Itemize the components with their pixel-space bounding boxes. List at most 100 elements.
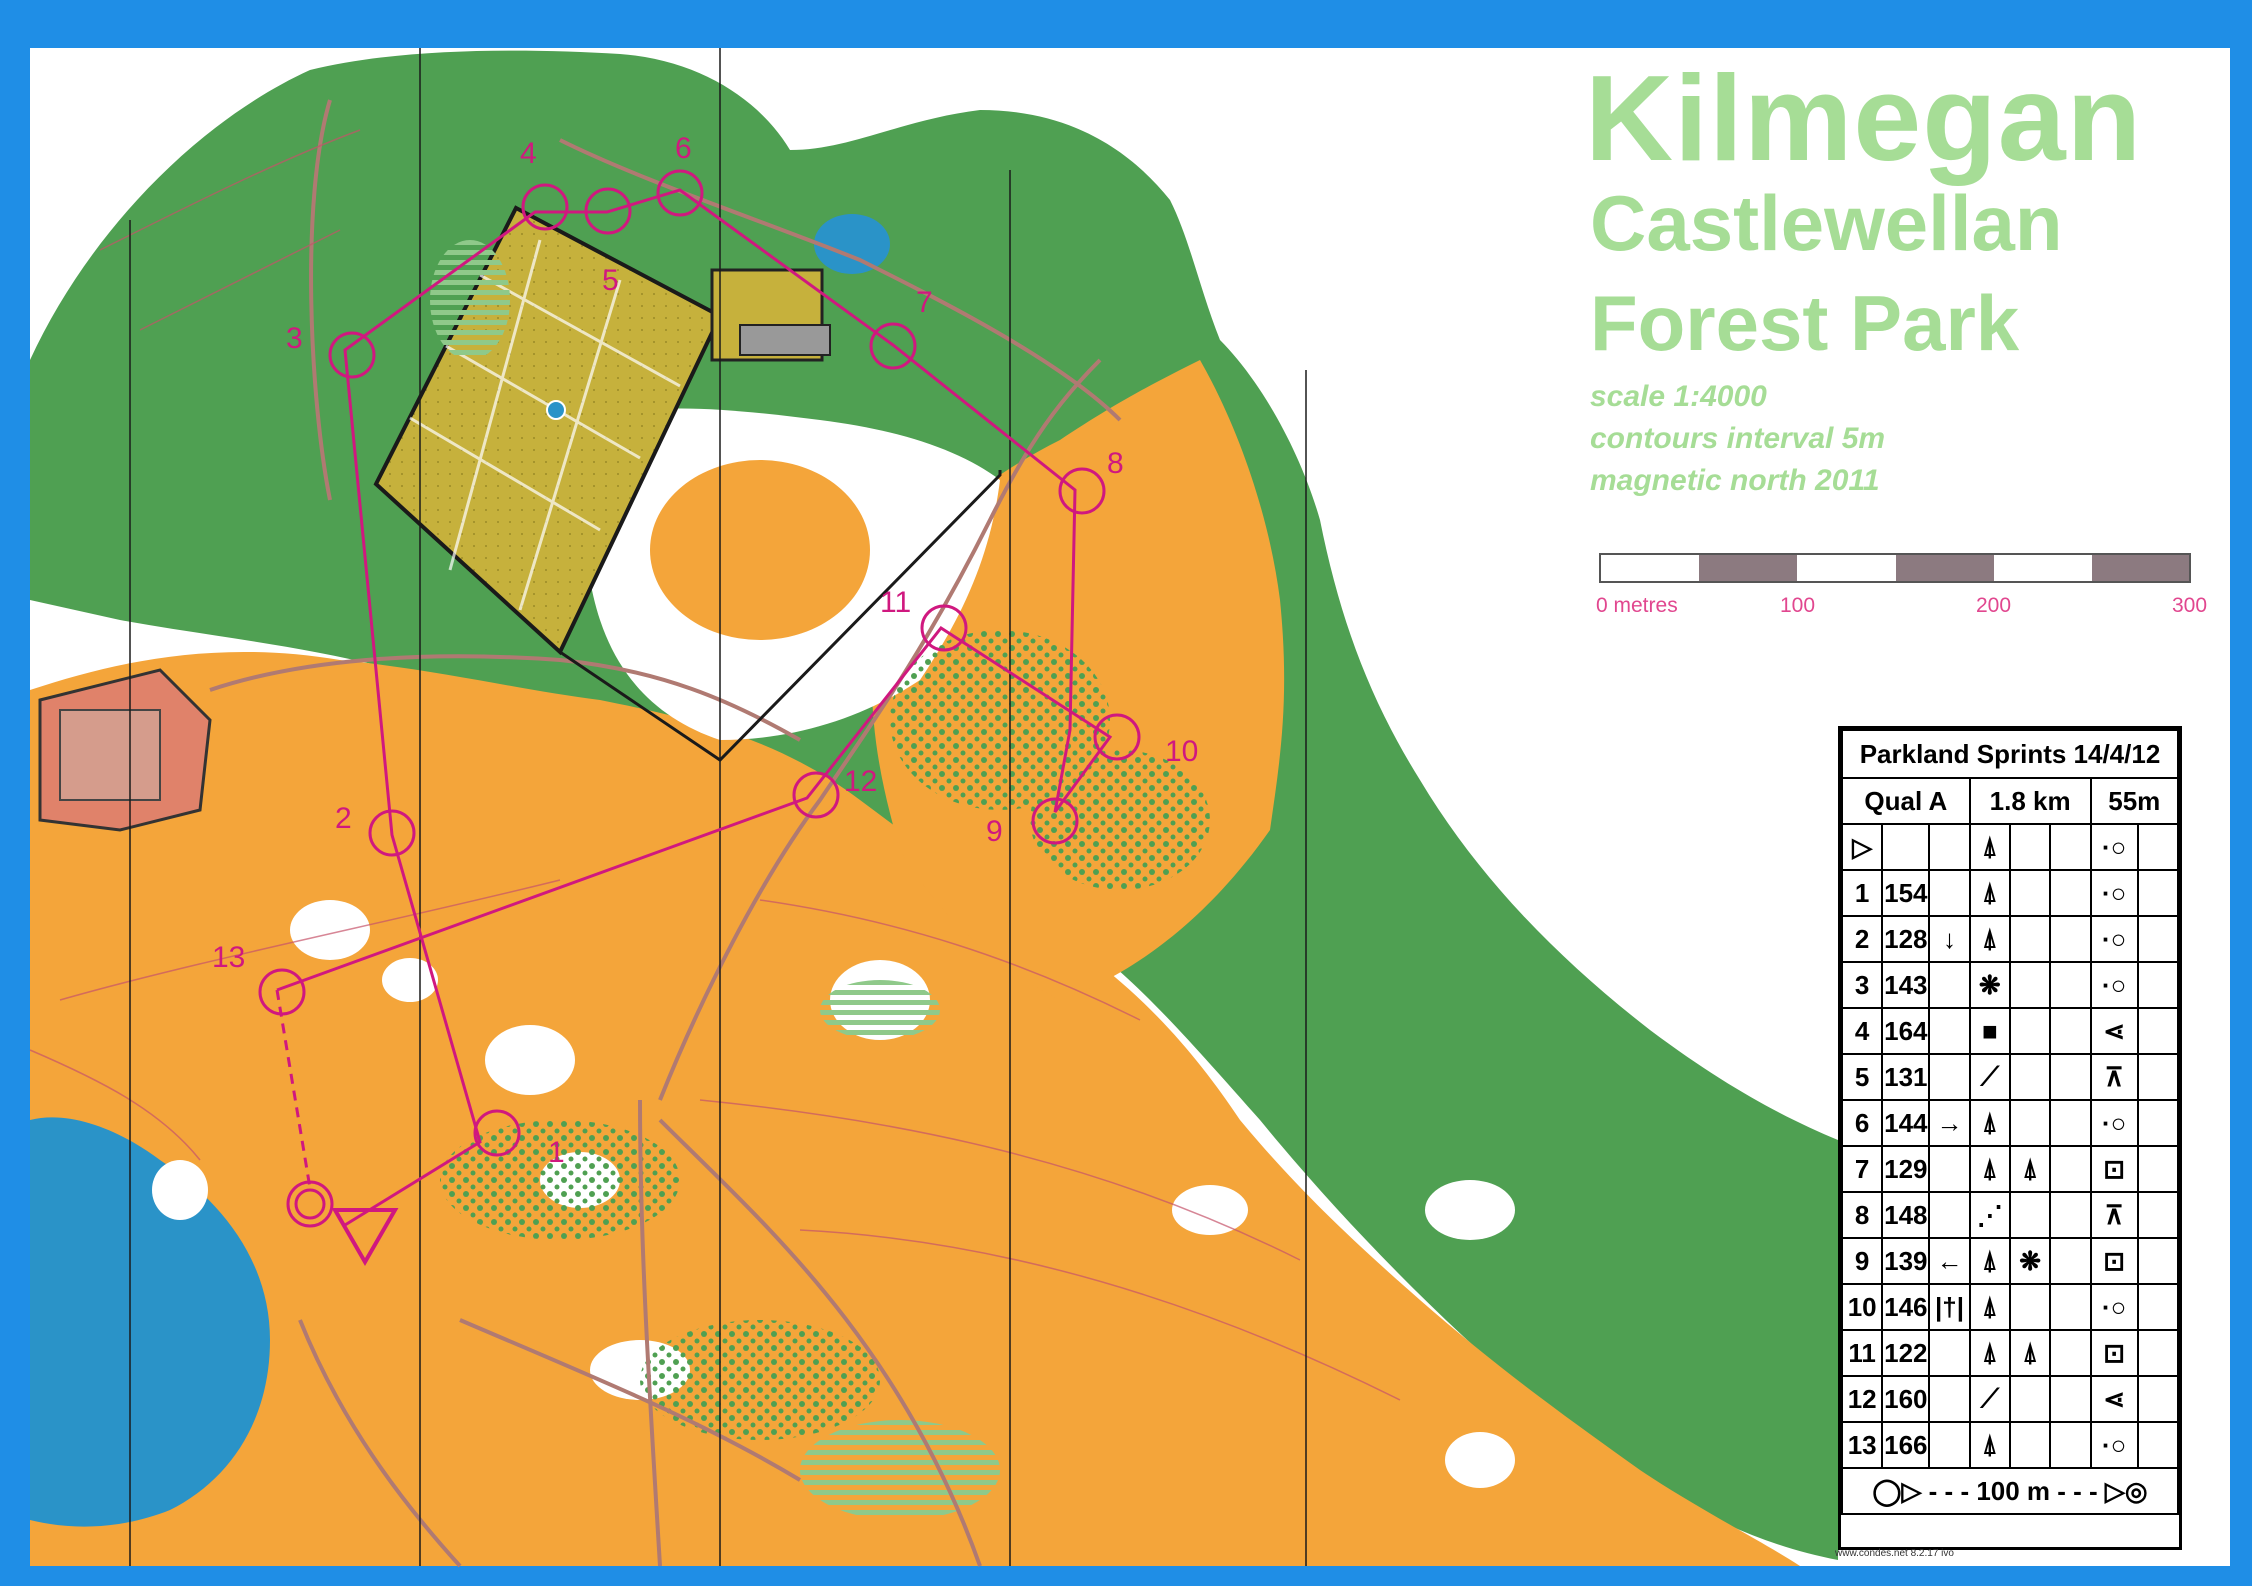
description-control-number: 2 bbox=[1840, 915, 1884, 963]
description-climb: 55m bbox=[2089, 777, 2180, 825]
description-control-number: 3 bbox=[1840, 961, 1884, 1009]
description-control-code: 164 bbox=[1881, 1007, 1931, 1055]
track-icon: ⋰ bbox=[1968, 1191, 2011, 1239]
description-direction bbox=[1928, 1145, 1971, 1193]
description-feature-2 bbox=[2008, 1099, 2052, 1147]
bend-icon: ⊼ bbox=[2089, 1191, 2139, 1239]
description-row: 7 129 ⍋ ⍋ ⊡ bbox=[1840, 1145, 2180, 1193]
description-row: 4 164 ■ ⋖ bbox=[1840, 1007, 2180, 1055]
control-label-13: 13 bbox=[212, 941, 245, 974]
description-feature-2 bbox=[2008, 869, 2052, 917]
scale-label-100: 100 bbox=[1780, 594, 1816, 617]
description-empty-2 bbox=[2136, 1329, 2180, 1377]
map-subtitle-1: Castlewellan bbox=[1590, 179, 2063, 267]
description-control-code: 122 bbox=[1881, 1329, 1931, 1377]
control-circle-icon: ·○ bbox=[2089, 1283, 2139, 1331]
description-direction: → bbox=[1928, 1099, 1971, 1147]
pond bbox=[814, 214, 890, 274]
description-control-code: 148 bbox=[1881, 1191, 1931, 1239]
control-circle-icon: ·○ bbox=[2089, 915, 2139, 963]
description-empty bbox=[2049, 1421, 2092, 1469]
description-control-number: 13 bbox=[1840, 1421, 1884, 1469]
description-feature-2 bbox=[2008, 1007, 2052, 1055]
description-control-number: 1 bbox=[1840, 869, 1884, 917]
control-label-5: 5 bbox=[602, 264, 619, 297]
description-feature-2 bbox=[2008, 1191, 2052, 1239]
description-control-number: 8 bbox=[1840, 1191, 1884, 1239]
control-circle-icon: ·○ bbox=[2089, 1421, 2139, 1469]
between-icon: ⊡ bbox=[2089, 1329, 2139, 1377]
between-icon: ⊡ bbox=[2089, 1145, 2139, 1193]
description-control-code: 131 bbox=[1881, 1053, 1931, 1101]
description-empty bbox=[2049, 1053, 2092, 1101]
junction-icon: ⋖ bbox=[2089, 1375, 2139, 1423]
control-circle-icon: ·○ bbox=[2089, 869, 2139, 917]
description-control-code: 143 bbox=[1881, 961, 1931, 1009]
description-direction: ↓ bbox=[1928, 915, 1971, 963]
description-feature-2 bbox=[2008, 1421, 2052, 1469]
tree-icon: ⍋ bbox=[1968, 1237, 2011, 1285]
description-row: 2 128 ↓ ⍋ ·○ bbox=[1840, 915, 2180, 963]
description-control-code: 160 bbox=[1881, 1375, 1931, 1423]
scale-label-200: 200 bbox=[1976, 594, 2012, 617]
control-label-12: 12 bbox=[844, 765, 877, 798]
description-direction bbox=[1928, 1191, 1971, 1239]
map-title: Kilmegan bbox=[1585, 50, 2143, 186]
map-subtitle-2: Forest Park bbox=[1590, 279, 2020, 367]
finish-distance: 100 m bbox=[1976, 1475, 2051, 1506]
description-empty-2 bbox=[2136, 1099, 2180, 1147]
description-direction bbox=[1928, 961, 1971, 1009]
description-control-code: 146 bbox=[1881, 1283, 1931, 1331]
description-control-number: 10 bbox=[1840, 1283, 1884, 1331]
description-empty-2 bbox=[2136, 1145, 2180, 1193]
description-row: 6 144 → ⍋ ·○ bbox=[1840, 1099, 2180, 1147]
control-label-11: 11 bbox=[880, 586, 911, 619]
description-feature-2 bbox=[2008, 1283, 2052, 1331]
description-empty-2 bbox=[2136, 1053, 2180, 1101]
finish-row: ◯▷ - - - 100 m - - - ▷◎ bbox=[1841, 1467, 2179, 1515]
description-control-code: 139 bbox=[1881, 1237, 1931, 1285]
tree-icon: ⍋ bbox=[1968, 869, 2011, 917]
thicket-icon: ❋ bbox=[2008, 1237, 2052, 1285]
description-control-number: 7 bbox=[1840, 1145, 1884, 1193]
scale-label-300: 300 bbox=[2172, 594, 2208, 617]
tree-icon: ⍋ bbox=[1968, 915, 2011, 963]
map-contours-text: contours interval 5m bbox=[1590, 422, 1886, 455]
finish-arrow-icon: - - - ▷◎ bbox=[2050, 1475, 2148, 1506]
description-empty bbox=[2049, 1283, 2092, 1331]
tree-icon: ⍋ bbox=[2008, 1145, 2052, 1193]
control-circle-icon: ·○ bbox=[2089, 961, 2139, 1009]
description-empty-2 bbox=[2136, 1191, 2180, 1239]
description-direction: |†| bbox=[1928, 1283, 1971, 1331]
control-label-9: 9 bbox=[986, 815, 1003, 848]
description-row: 5 131 ⟋ ⊼ bbox=[1840, 1053, 2180, 1101]
description-empty-2 bbox=[2136, 1283, 2180, 1331]
description-control-number: 5 bbox=[1840, 1053, 1884, 1101]
control-description-sheet: Parkland Sprints 14/4/12 Qual A 1.8 km 5… bbox=[1838, 726, 2182, 1550]
description-empty bbox=[2049, 1375, 2092, 1423]
description-row: 9 139 ← ⍋ ❋ ⊡ bbox=[1840, 1237, 2180, 1285]
description-control-code: 129 bbox=[1881, 1145, 1931, 1193]
control-label-2: 2 bbox=[335, 802, 352, 835]
bend-icon: ⊼ bbox=[2089, 1053, 2139, 1101]
description-direction bbox=[1928, 1375, 1971, 1423]
description-length: 1.8 km bbox=[1968, 777, 2092, 825]
fountain bbox=[546, 400, 566, 420]
map-scale-text: scale 1:4000 bbox=[1590, 380, 1767, 413]
description-empty-2 bbox=[2136, 869, 2180, 917]
description-empty bbox=[2049, 1191, 2092, 1239]
tree-icon: ⍋ bbox=[1968, 1145, 2011, 1193]
description-control-code: 154 bbox=[1881, 869, 1931, 917]
open-patch bbox=[650, 460, 870, 640]
control-label-3: 3 bbox=[286, 322, 303, 355]
description-control-code: 166 bbox=[1881, 1421, 1931, 1469]
description-control-code: 128 bbox=[1881, 915, 1931, 963]
control-circle-icon: ·○ bbox=[2089, 823, 2139, 871]
description-empty-2 bbox=[2136, 961, 2180, 1009]
description-feature-2 bbox=[2008, 961, 2052, 1009]
description-feature-2 bbox=[2008, 1053, 2052, 1101]
description-control-number: 11 bbox=[1840, 1329, 1884, 1377]
description-class: Qual A bbox=[1841, 777, 1971, 825]
description-empty bbox=[2049, 1329, 2092, 1377]
description-direction bbox=[1928, 1421, 1971, 1469]
